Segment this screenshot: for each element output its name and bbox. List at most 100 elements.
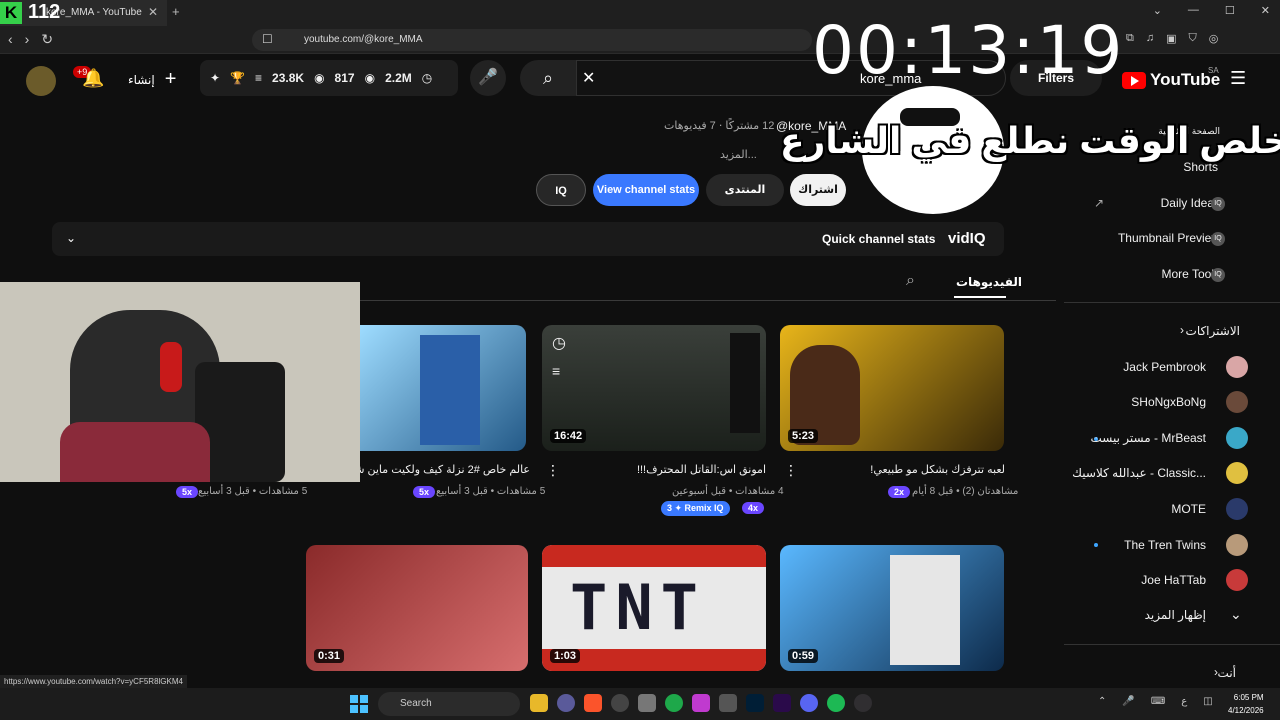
video-thumbnail[interactable]: 0:31 bbox=[306, 545, 528, 671]
bell-icon[interactable]: 🔔 bbox=[82, 68, 104, 89]
video-thumbnail[interactable]: ◷ ≡ 16:42 bbox=[542, 325, 766, 451]
maximize-icon[interactable]: ☐ bbox=[1225, 4, 1235, 17]
windows-start-icon[interactable] bbox=[350, 695, 368, 713]
spotify-icon[interactable] bbox=[827, 694, 845, 712]
wallet-icon[interactable]: ▣ bbox=[1166, 32, 1176, 45]
app-icon[interactable] bbox=[719, 694, 737, 712]
chevron-down-icon[interactable]: ⌄ bbox=[66, 231, 76, 245]
shield-icon[interactable]: ⛉ bbox=[1189, 32, 1197, 45]
video-title[interactable]: امونق اس:القاتل المحترف!!! bbox=[560, 463, 766, 476]
mic-button[interactable]: 🎤 bbox=[470, 60, 506, 96]
sidebar-you-header[interactable]: أنت bbox=[1218, 666, 1236, 680]
clear-search-icon[interactable]: ✕ bbox=[582, 68, 595, 88]
obs-icon[interactable] bbox=[854, 694, 872, 712]
create-button[interactable]: إنشاء + bbox=[128, 68, 176, 91]
network-icon[interactable]: ◫ bbox=[1203, 696, 1212, 707]
search-button[interactable]: ⌕ bbox=[520, 60, 576, 96]
clock-icon[interactable]: ◷ bbox=[552, 333, 566, 353]
mic-icon[interactable]: 🎤 bbox=[1122, 696, 1134, 707]
forum-button[interactable]: المنتدى bbox=[706, 174, 784, 206]
app-icon[interactable] bbox=[692, 694, 710, 712]
hamburger-menu-icon[interactable]: ☰ bbox=[1230, 68, 1246, 89]
chevron-up-icon[interactable]: ⌃ bbox=[1098, 696, 1106, 707]
taskbar-search[interactable]: Search bbox=[378, 692, 520, 716]
app-icon[interactable] bbox=[557, 694, 575, 712]
app-icon[interactable] bbox=[611, 694, 629, 712]
back-icon[interactable]: ‹ bbox=[8, 31, 13, 48]
remix-badge[interactable]: 3 ✦ Remix IQ bbox=[661, 501, 730, 516]
close-tab-icon[interactable]: ✕ bbox=[148, 5, 158, 19]
bookmark-icon[interactable]: ☐ bbox=[262, 32, 273, 46]
sidebar-show-more[interactable]: إظهار المزيد bbox=[1145, 608, 1206, 622]
sidebar-subscriptions-header[interactable]: الاشتراكات bbox=[1186, 324, 1240, 338]
taskbar-clock[interactable]: 6:05 PM 4/12/2026 bbox=[1228, 691, 1264, 717]
video-title[interactable]: عالم خاص #2 نزلة كيف ولكيت ماين شافت bbox=[334, 463, 530, 476]
more-options-icon[interactable]: ⋮ bbox=[784, 462, 798, 479]
tab-videos[interactable]: الفيديوهات bbox=[956, 275, 1022, 289]
video-thumbnail[interactable]: TNT 1:03 bbox=[542, 545, 766, 671]
minimize-icon[interactable]: — bbox=[1188, 4, 1199, 17]
new-tab-icon[interactable]: + bbox=[172, 4, 180, 19]
profile-icon[interactable]: ◎ bbox=[1209, 32, 1219, 45]
extension-icon[interactable]: ⧉ bbox=[1126, 32, 1134, 45]
vidiq-button[interactable]: IQ bbox=[536, 174, 586, 206]
keyboard-icon[interactable]: ⌨ bbox=[1151, 696, 1165, 707]
eye-icon: ◉ bbox=[364, 71, 376, 85]
extension-icons: ⧉ ♫ ▣ ⛉ ◎ bbox=[1126, 32, 1218, 45]
view-channel-stats-button[interactable]: View channel stats bbox=[593, 174, 699, 206]
sidebar-subscription[interactable]: Joe HaTTab bbox=[1141, 573, 1206, 587]
youtube-play-icon bbox=[1122, 71, 1146, 89]
sidebar-subscription[interactable]: Jack Pembrook bbox=[1123, 360, 1206, 374]
channel-description-more[interactable]: ...المزيد bbox=[720, 148, 757, 161]
url-field[interactable]: ☐ youtube.com/@kore_MMA bbox=[252, 29, 812, 51]
avatar bbox=[1226, 569, 1248, 591]
video-meta: 5 مشاهدات • قبل 3 أسابيع bbox=[436, 486, 546, 497]
taskbar: Search ⌃ 🎤 ⌨ ع ◫ 6:05 PM 4/12/2026 bbox=[0, 688, 1280, 720]
status-url: https://www.youtube.com/watch?v=yCF5R8lG… bbox=[0, 675, 187, 688]
reload-icon[interactable]: ↻ bbox=[41, 31, 53, 48]
discord-icon[interactable] bbox=[800, 694, 818, 712]
forward-icon[interactable]: › bbox=[25, 31, 30, 48]
clock-time: 6:05 PM bbox=[1233, 693, 1264, 702]
music-icon[interactable]: ♫ bbox=[1146, 32, 1154, 45]
video-thumbnail[interactable]: 0:59 bbox=[780, 545, 1004, 671]
queue-icon[interactable]: ≡ bbox=[552, 363, 560, 379]
sidebar-subscription[interactable]: SHoNgxBoNg bbox=[1131, 395, 1206, 409]
photoshop-icon[interactable] bbox=[746, 694, 764, 712]
tab-underline bbox=[954, 296, 1006, 298]
video-thumbnail[interactable]: 5:23 bbox=[780, 325, 1004, 451]
app-icon[interactable] bbox=[638, 694, 656, 712]
file-explorer-icon[interactable] bbox=[530, 694, 548, 712]
premiere-icon[interactable] bbox=[773, 694, 791, 712]
channel-search-icon[interactable]: ⌕ bbox=[906, 272, 915, 290]
brave-icon[interactable] bbox=[584, 694, 602, 712]
subscribe-button[interactable]: اشتراك bbox=[790, 174, 846, 206]
system-tray: ⌃ 🎤 ⌨ ع ◫ bbox=[1098, 696, 1213, 707]
browser-tab[interactable]: kore_MMA - YouTube ✕ bbox=[0, 0, 167, 26]
sidebar-divider bbox=[1064, 644, 1280, 645]
close-window-icon[interactable]: ✕ bbox=[1261, 4, 1270, 17]
sidebar: الصفحة الرئيسية Shorts ↗ Daily Ideas Thu… bbox=[1064, 104, 1280, 684]
avatar[interactable] bbox=[26, 66, 56, 96]
quick-channel-stats-bar[interactable]: ⌄ Quick channel stats vidIQ bbox=[52, 222, 1004, 256]
sidebar-subscription[interactable]: The Tren Twins bbox=[1124, 538, 1206, 552]
vidiq-stats-pill[interactable]: ✦ 🏆 ≡ 23.8K ◉ 817 ◉ 2.2M ◷ bbox=[200, 60, 458, 96]
performance-badge: 2x bbox=[888, 486, 911, 498]
avatar bbox=[1226, 391, 1248, 413]
app-icon[interactable] bbox=[665, 694, 683, 712]
sidebar-subscription[interactable]: MOTE bbox=[1171, 502, 1206, 516]
youtube-logo[interactable]: YouTube bbox=[1122, 70, 1220, 90]
video-duration: 16:42 bbox=[550, 429, 587, 443]
mic-icon: 🎤 bbox=[478, 69, 498, 86]
sidebar-subscription[interactable]: مستر بيست - MrBeast bbox=[1090, 431, 1206, 445]
sidebar-subscription[interactable]: عبدالله كلاسيك - Classic... bbox=[1072, 466, 1206, 480]
video-thumbnail[interactable] bbox=[360, 325, 526, 451]
sidebar-item-shorts[interactable]: Shorts bbox=[1183, 160, 1218, 174]
stat-views-a: 817 bbox=[334, 71, 355, 85]
clock-date: 4/12/2026 bbox=[1228, 706, 1264, 715]
language-icon[interactable]: ع bbox=[1181, 696, 1187, 707]
video-title[interactable]: لعبه تترفزك بشكل مو طبيعي! bbox=[800, 463, 1005, 476]
sidebar-item-thumbnail-preview[interactable]: Thumbnail Preview bbox=[1118, 231, 1220, 245]
more-options-icon[interactable]: ⋮ bbox=[546, 462, 560, 479]
tab-list-icon[interactable]: ⌄ bbox=[1153, 4, 1162, 17]
